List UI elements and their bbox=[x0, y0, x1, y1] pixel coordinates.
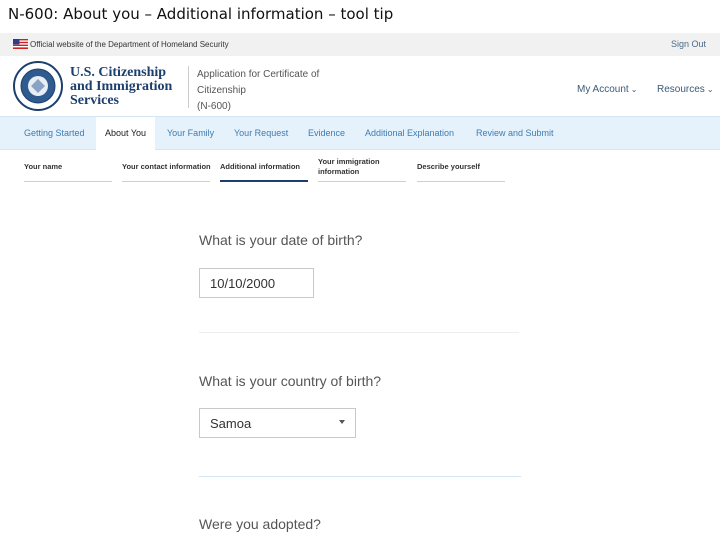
section-divider bbox=[199, 332, 519, 333]
my-account-label: My Account bbox=[577, 84, 629, 95]
subtab-immigration-information[interactable]: Your immigration information bbox=[318, 157, 380, 177]
subtab-contact-information[interactable]: Your contact information bbox=[122, 162, 211, 172]
adopted-question: Were you adopted? bbox=[199, 516, 321, 532]
subtab-underline-active bbox=[220, 180, 308, 182]
slide-title: N-600: About you – Additional informatio… bbox=[8, 5, 394, 23]
step-additional-explanation[interactable]: Additional Explanation bbox=[365, 117, 454, 150]
subtab-immigration-line-2: information bbox=[318, 167, 360, 176]
step-your-request[interactable]: Your Request bbox=[234, 117, 288, 150]
step-about-you[interactable]: About You bbox=[96, 117, 156, 150]
site-header: U.S. Citizenship and Immigration Service… bbox=[0, 56, 720, 116]
subtab-underline bbox=[24, 181, 112, 182]
agency-name: U.S. Citizenship and Immigration Service… bbox=[70, 66, 172, 108]
dob-input[interactable] bbox=[199, 268, 314, 298]
subtab-underline bbox=[417, 181, 505, 182]
resources-label: Resources bbox=[657, 84, 705, 95]
subtab-additional-information[interactable]: Additional information bbox=[220, 162, 300, 172]
header-divider bbox=[188, 66, 189, 108]
app-title-line-1: Application for Certificate of bbox=[197, 69, 320, 80]
agency-line-2: and Immigration bbox=[70, 79, 173, 94]
step-evidence[interactable]: Evidence bbox=[308, 117, 345, 150]
us-flag-icon bbox=[13, 39, 28, 49]
step-review-and-submit[interactable]: Review and Submit bbox=[476, 117, 554, 150]
app-title-line-3: (N-600) bbox=[197, 101, 231, 112]
country-select[interactable]: Samoa bbox=[199, 408, 356, 438]
subtab-immigration-line-1: Your immigration bbox=[318, 157, 380, 166]
sign-out-link[interactable]: Sign Out bbox=[671, 39, 706, 49]
country-selected-value: Samoa bbox=[210, 416, 252, 431]
chevron-down-icon: ⌄ bbox=[706, 85, 714, 94]
subtab-describe-yourself[interactable]: Describe yourself bbox=[417, 162, 480, 172]
official-website-text: Official website of the Department of Ho… bbox=[30, 40, 229, 49]
country-question: What is your country of birth? bbox=[199, 373, 382, 389]
agency-line-1: U.S. Citizenship bbox=[70, 65, 167, 80]
dhs-seal-icon bbox=[13, 61, 63, 111]
application-title: Application for Certificate of Citizensh… bbox=[197, 67, 337, 115]
resources-menu[interactable]: Resources ⌄ bbox=[657, 84, 714, 95]
step-navigation: Getting Started About You Your Family Yo… bbox=[0, 116, 720, 150]
dob-question: What is your date of birth? bbox=[199, 232, 363, 248]
subtab-underline bbox=[122, 181, 210, 182]
agency-line-3: Services bbox=[70, 93, 119, 108]
my-account-menu[interactable]: My Account ⌄ bbox=[577, 84, 637, 95]
subtab-underline bbox=[318, 181, 406, 182]
chevron-down-icon: ⌄ bbox=[630, 85, 638, 94]
subtab-your-name[interactable]: Your name bbox=[24, 162, 62, 172]
caret-down-icon bbox=[339, 420, 345, 424]
gov-banner: Official website of the Department of Ho… bbox=[0, 33, 720, 56]
step-getting-started[interactable]: Getting Started bbox=[24, 117, 85, 150]
step-your-family[interactable]: Your Family bbox=[167, 117, 214, 150]
app-title-line-2: Citizenship bbox=[197, 85, 246, 96]
section-divider bbox=[199, 476, 521, 477]
